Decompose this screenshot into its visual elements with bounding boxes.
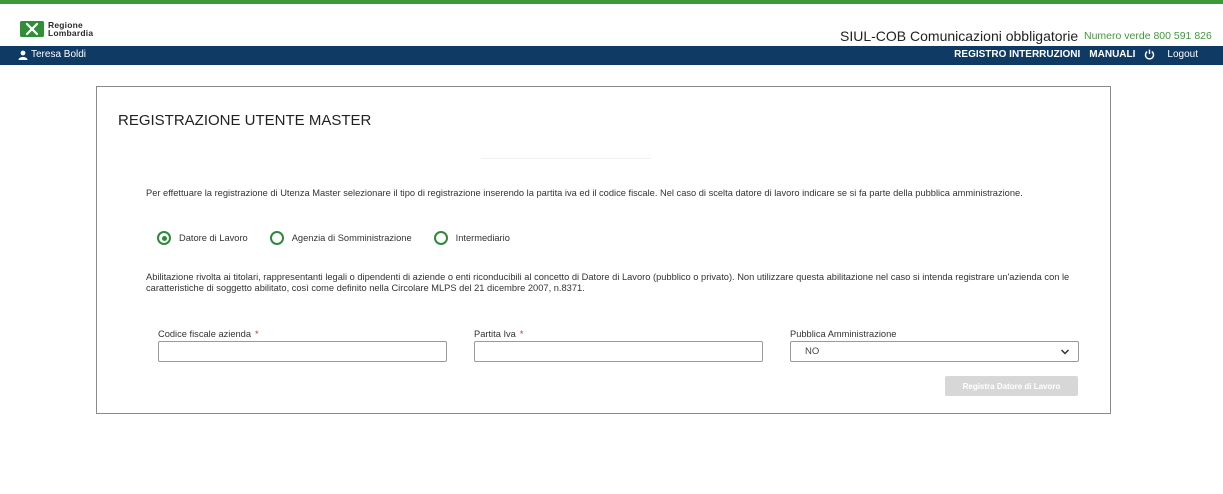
navbar: Teresa Boldi REGISTRO INTERRUZIONI MANUA… <box>0 46 1223 65</box>
pubblica-amministrazione-label: Pubblica Amministrazione <box>790 329 897 339</box>
radio-agenzia-di-somministrazione[interactable]: Agenzia di Somministrazione <box>269 231 412 245</box>
select-value: NO <box>805 346 820 357</box>
partita-iva-label: Partita Iva * <box>474 329 523 339</box>
radio-label: Datore di Lavoro <box>179 233 248 243</box>
radio-label: Agenzia di Somministrazione <box>291 233 412 243</box>
nav-links: REGISTRO INTERRUZIONI MANUALI Logout <box>945 49 1198 60</box>
registration-type-radio-group: Datore di Lavoro Agenzia di Somministraz… <box>157 231 532 245</box>
codice-fiscale-label: Codice fiscale azienda * <box>158 329 259 339</box>
logout-label: Logout <box>1167 49 1198 60</box>
register-datore-button[interactable]: Registra Datore di Lavoro <box>945 376 1078 396</box>
page-title: REGISTRAZIONE UTENTE MASTER <box>118 112 372 129</box>
logo-line2: Lombardia <box>48 28 94 38</box>
registration-card: REGISTRAZIONE UTENTE MASTER Per effettua… <box>96 86 1111 414</box>
option-description: Abilitazione rivolta ai titolari, rappre… <box>146 272 1070 293</box>
logo-text: Regione Lombardia <box>48 21 94 38</box>
app-title: SIUL-COB Comunicazioni obbligatorie <box>840 28 1078 44</box>
power-icon <box>1145 49 1155 60</box>
nav-link-manuali[interactable]: MANUALI <box>1089 49 1135 60</box>
nav-link-registro-interruzioni[interactable]: REGISTRO INTERRUZIONI <box>954 49 1080 60</box>
logout-button[interactable]: Logout <box>1144 49 1198 60</box>
radio-checked-icon <box>157 231 171 245</box>
radio-intermediario[interactable]: Intermediario <box>433 231 510 245</box>
app-title-sub: Comunicazioni obbligatorie <box>910 28 1079 44</box>
intro-text: Per effettuare la registrazione di Utenz… <box>146 188 1023 198</box>
user-menu[interactable]: Teresa Boldi <box>18 49 86 60</box>
codice-fiscale-input[interactable] <box>158 341 447 362</box>
user-icon <box>18 50 28 60</box>
partita-iva-label-text: Partita Iva <box>474 329 516 339</box>
app-title-main: SIUL-COB <box>840 28 907 44</box>
required-marker: * <box>519 329 524 339</box>
codice-fiscale-label-text: Codice fiscale azienda <box>158 329 252 339</box>
pubblica-amministrazione-select[interactable]: NO <box>790 341 1079 362</box>
chevron-down-icon <box>1060 349 1070 355</box>
regione-lombardia-logo[interactable]: Regione Lombardia <box>20 21 93 37</box>
radio-datore-di-lavoro[interactable]: Datore di Lavoro <box>157 231 248 245</box>
logo-mark-icon <box>20 21 44 37</box>
radio-unchecked-icon <box>433 231 448 245</box>
divider <box>481 158 651 159</box>
user-name: Teresa Boldi <box>31 49 87 60</box>
radio-label: Intermediario <box>455 233 510 243</box>
required-marker: * <box>255 329 259 339</box>
partita-iva-input[interactable] <box>474 341 763 362</box>
toll-free-number: Numero verde 800 591 826 <box>1084 30 1212 42</box>
header: Regione Lombardia SIUL-COB Comunicazioni… <box>0 4 1223 44</box>
radio-unchecked-icon <box>269 231 284 245</box>
